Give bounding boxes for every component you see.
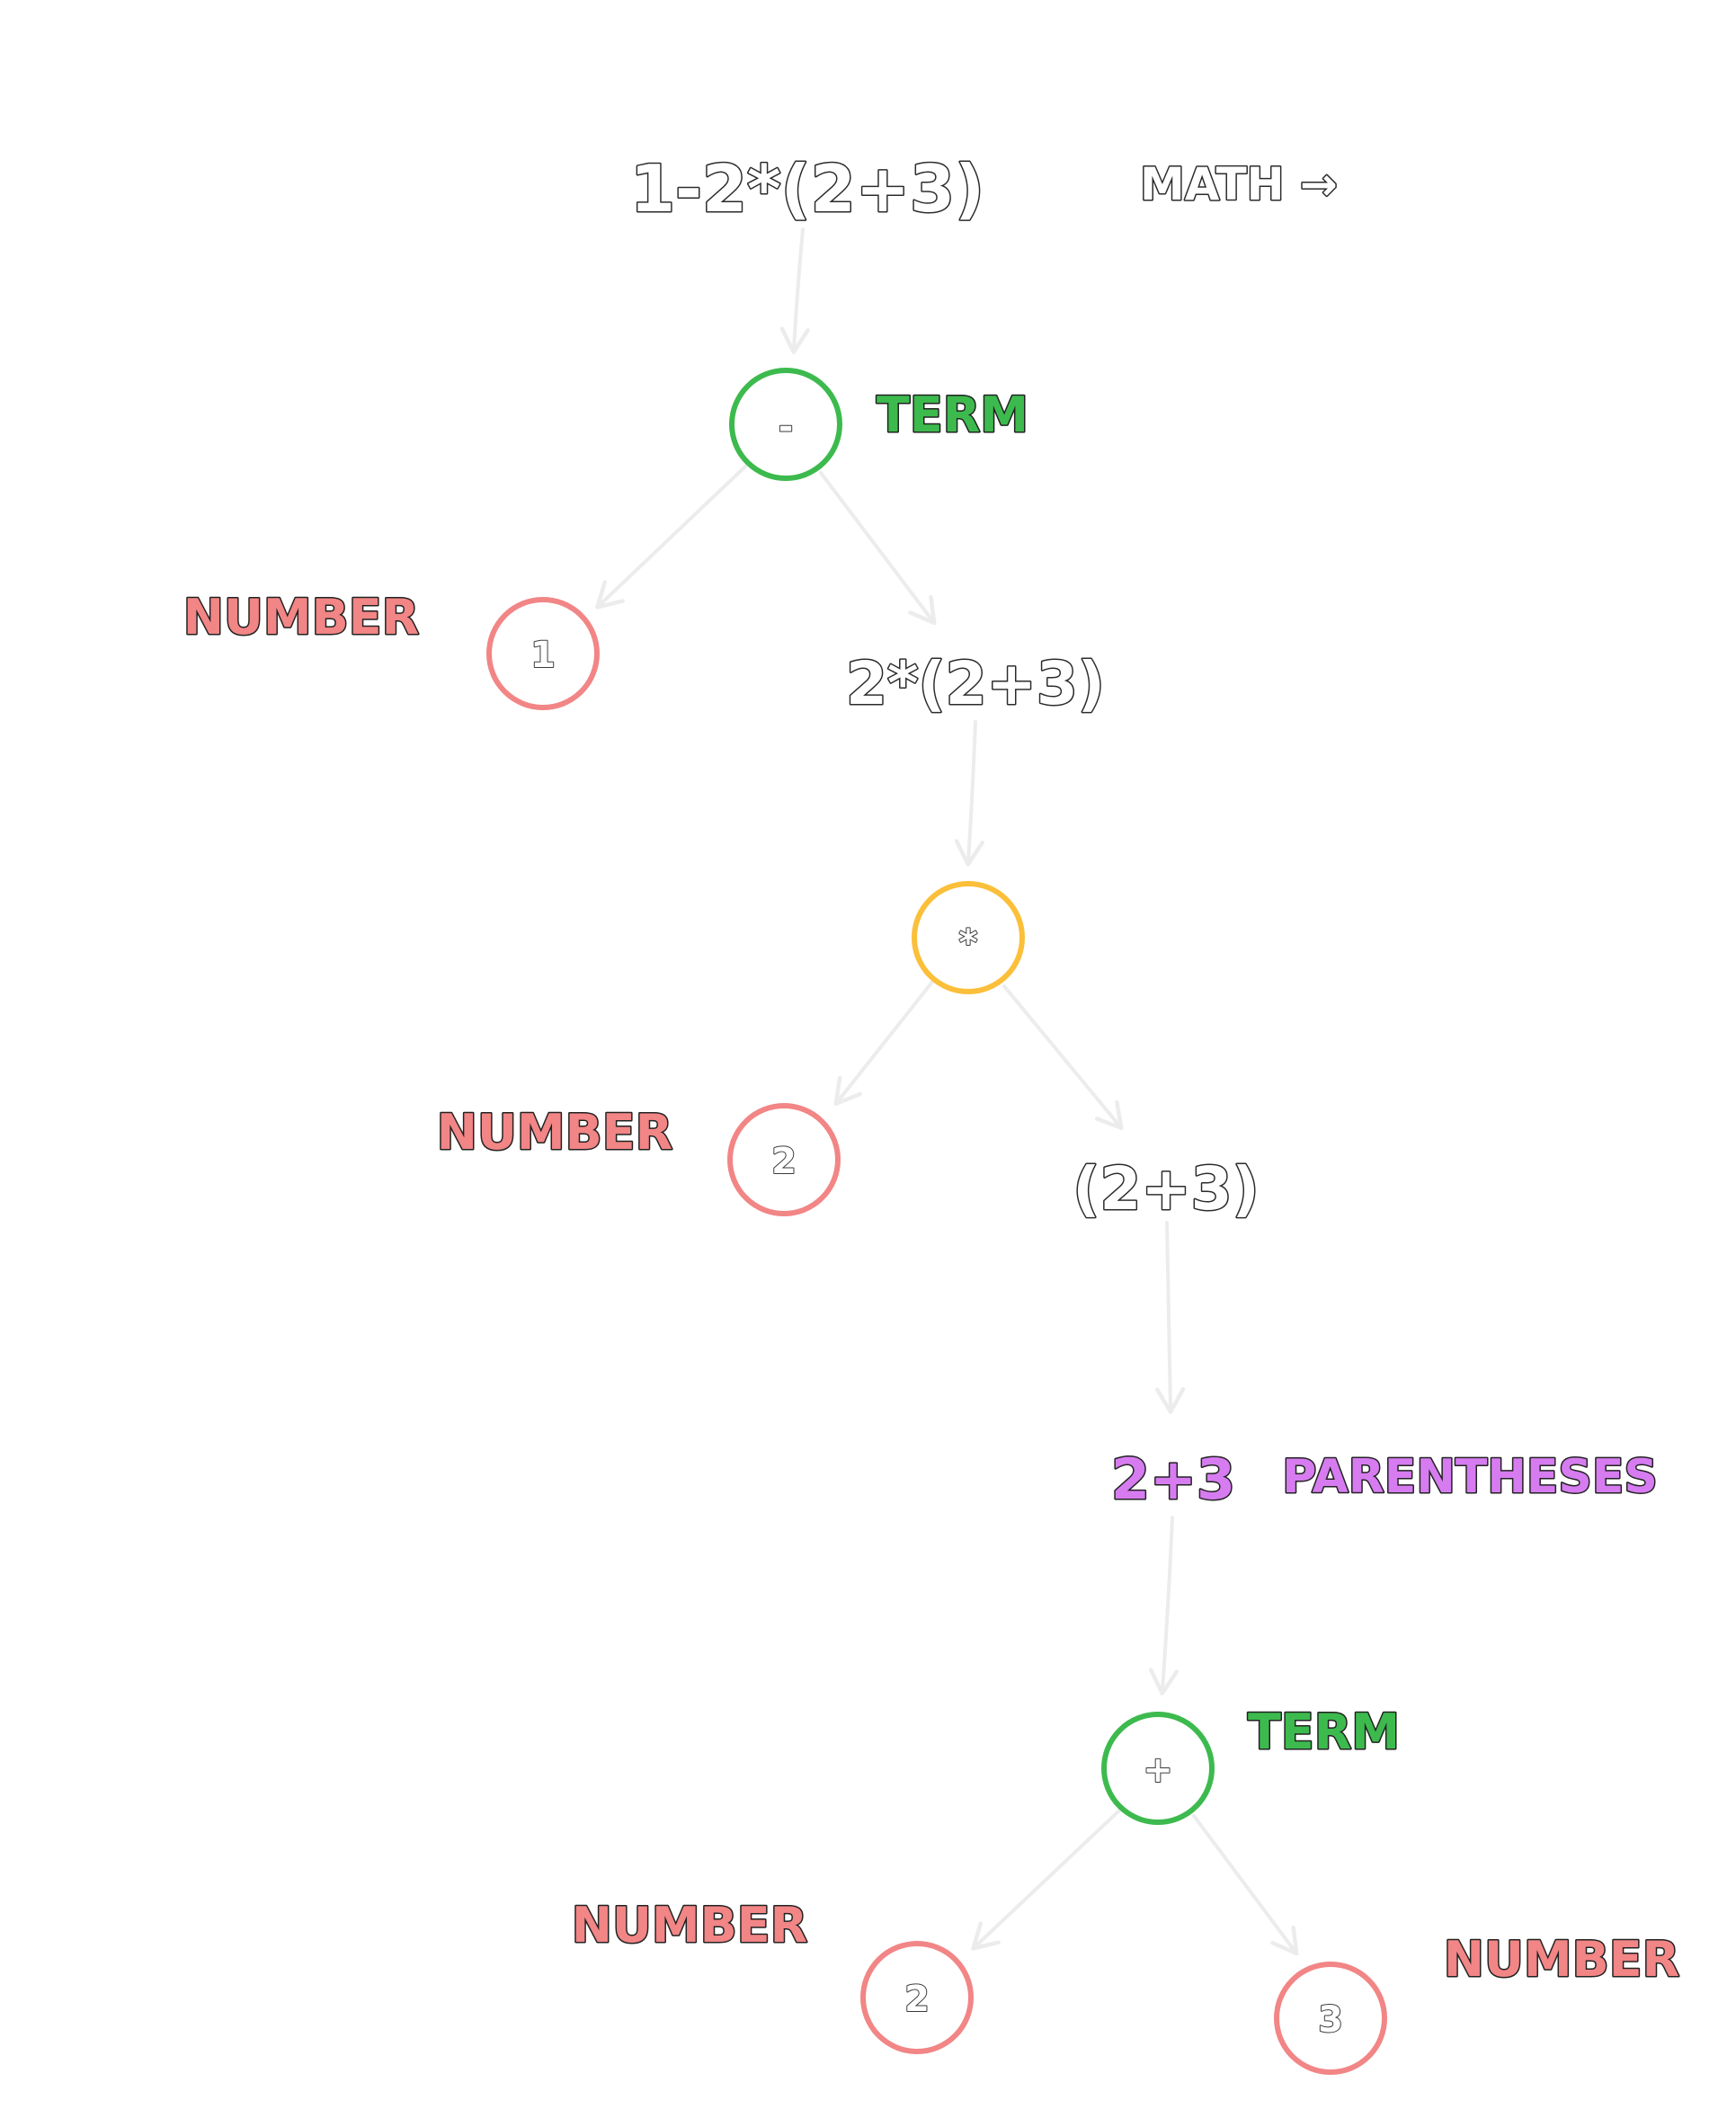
minus-operator: - <box>779 406 794 448</box>
parse-tree-diagram: 1-2*(2+3) MATH → 2*(2+3) (2+3) 2+3 - 1 *… <box>182 150 1681 2075</box>
edge-times-to-two <box>833 979 935 1107</box>
edge-inner-to-plus <box>1148 1516 1180 1695</box>
plus-operator: + <box>1143 1749 1173 1791</box>
number-tag-one: NUMBER <box>183 589 419 645</box>
three-value: 3 <box>1318 1999 1343 2041</box>
edge-root-to-minus <box>779 227 810 354</box>
paren-expression: (2+3) <box>1073 1154 1259 1224</box>
edge-times-to-paren <box>1002 984 1124 1131</box>
number-tag-three: NUMBER <box>1444 1931 1679 1988</box>
edge-minus-to-one <box>595 464 748 610</box>
plus-node: + <box>1101 1712 1215 1825</box>
inner-expression: 2+3 <box>1111 1446 1235 1512</box>
one-node: 1 <box>486 597 600 710</box>
term-tag-top: TERM <box>877 387 1028 443</box>
minus-node: - <box>729 368 842 481</box>
term-tag-bottom: TERM <box>1248 1704 1400 1760</box>
number-tag-two-b: NUMBER <box>572 1897 807 1953</box>
math-label: MATH → <box>1140 158 1338 210</box>
two-node-b: 2 <box>860 1941 974 2054</box>
times-operator: * <box>959 922 978 964</box>
edge-minus-to-product <box>819 471 937 626</box>
two-value-a: 2 <box>771 1141 797 1182</box>
one-value: 1 <box>530 635 556 676</box>
three-node: 3 <box>1274 1962 1387 2075</box>
number-tag-two-a: NUMBER <box>437 1104 672 1161</box>
root-expression: 1-2*(2+3) <box>630 151 984 227</box>
product-expression: 2*(2+3) <box>846 649 1105 718</box>
times-node: * <box>912 881 1025 994</box>
two-node-a: 2 <box>727 1103 841 1216</box>
edge-plus-to-two <box>971 1809 1121 1951</box>
edge-product-to-times <box>954 720 985 867</box>
two-value-b: 2 <box>904 1979 930 2020</box>
edge-paren-to-inner <box>1154 1221 1186 1414</box>
edge-plus-to-three <box>1192 1814 1299 1956</box>
parentheses-tag: PARENTHESES <box>1282 1450 1658 1504</box>
